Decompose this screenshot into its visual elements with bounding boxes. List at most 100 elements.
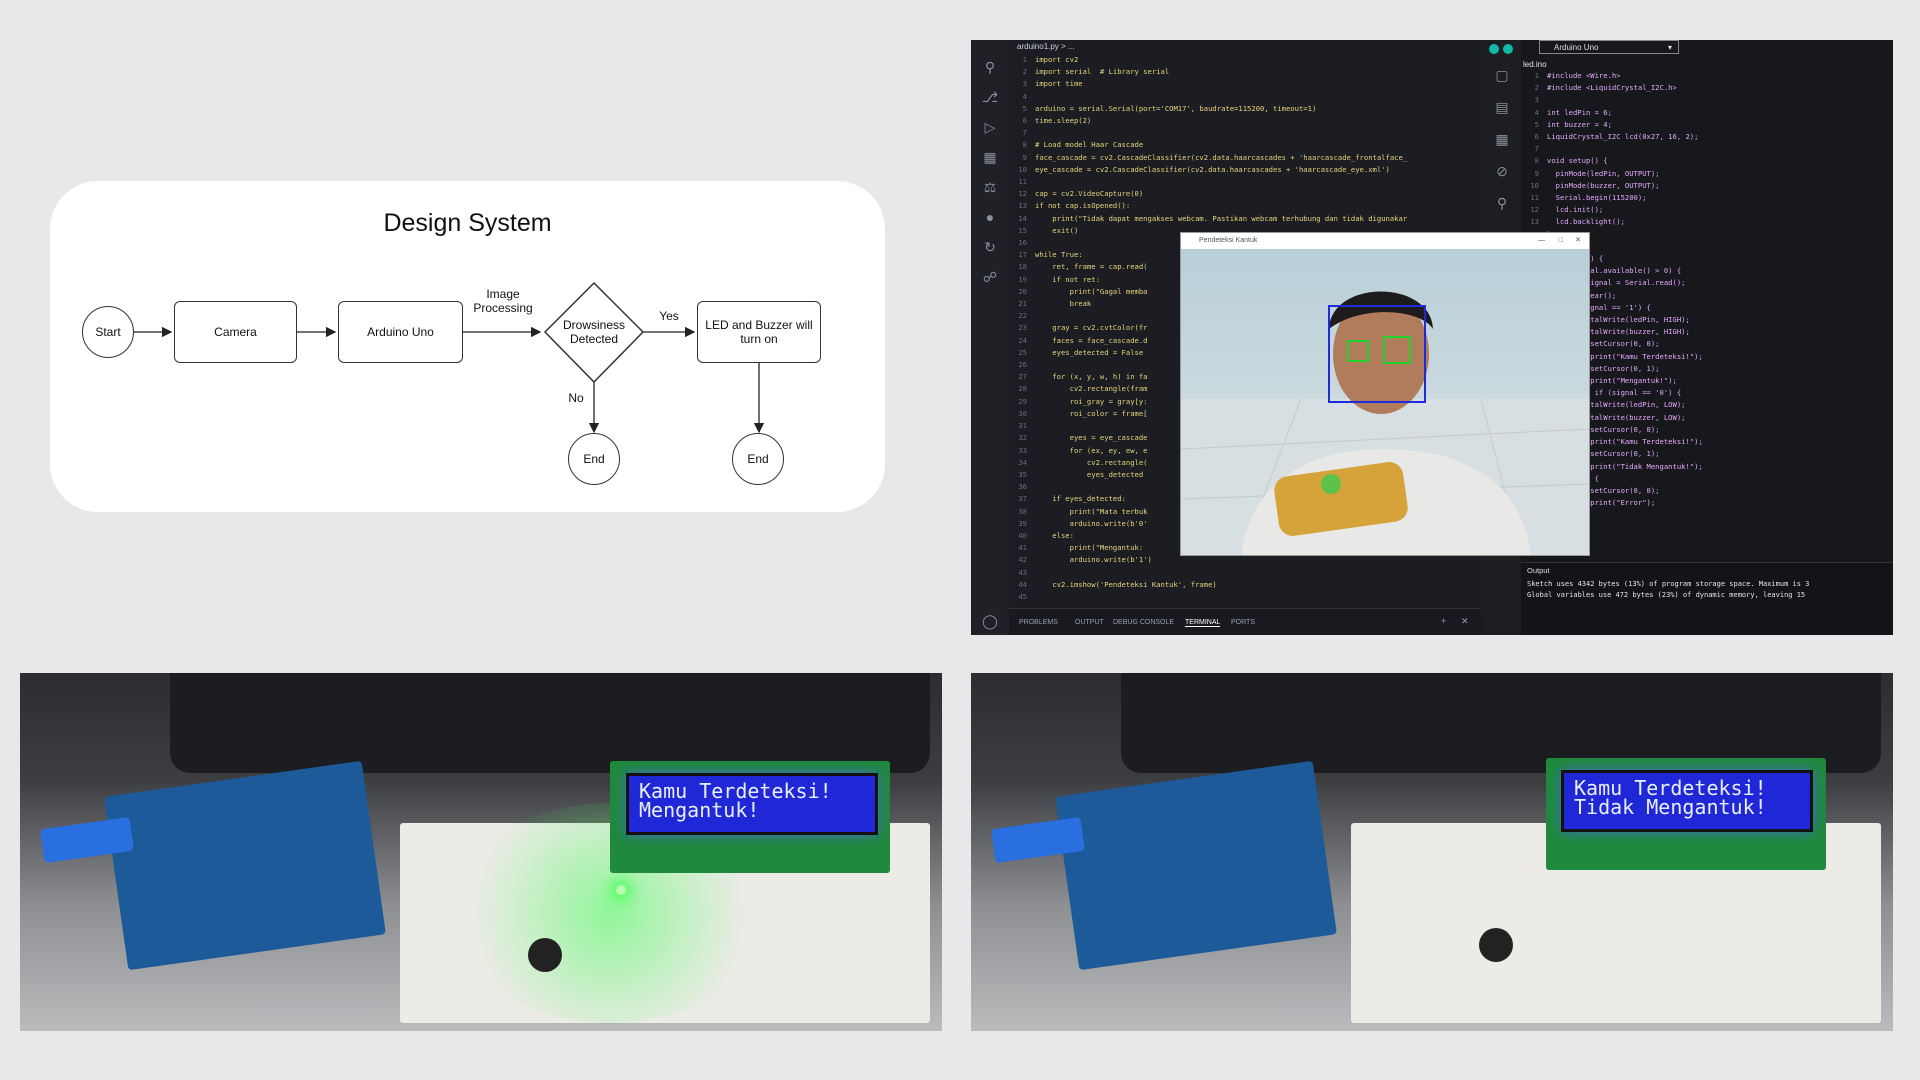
- run-debug-icon[interactable]: ▷: [981, 118, 999, 136]
- code-text: cv2.rectangle(: [1035, 457, 1148, 467]
- close-panel-icon[interactable]: ✕: [1461, 616, 1469, 627]
- webcam-window[interactable]: Pendeteksi Kantuk — □ ✕: [1180, 232, 1590, 556]
- close-icon[interactable]: ✕: [1575, 233, 1581, 249]
- python-code-line[interactable]: 7: [1009, 127, 1481, 139]
- end-node-no: End: [568, 433, 620, 485]
- yes-label: Yes: [659, 309, 679, 323]
- code-text: print("Mengantuk:: [1035, 543, 1144, 553]
- arduino-code-line[interactable]: 9 pinMode(ledPin, OUTPUT);: [1521, 168, 1703, 180]
- git-graph-icon[interactable]: ☍: [981, 268, 999, 286]
- line-number: 33: [1018, 445, 1027, 455]
- arduino-code-line[interactable]: 1 #include <Wire.h>: [1521, 70, 1703, 82]
- extensions-icon[interactable]: ▦: [981, 148, 999, 166]
- python-code-line[interactable]: 43: [1009, 567, 1481, 579]
- line-number: 29: [1018, 396, 1027, 406]
- arduino-code-line[interactable]: 7: [1521, 143, 1703, 155]
- minimize-icon[interactable]: —: [1538, 233, 1545, 249]
- python-icon[interactable]: ●: [981, 208, 999, 226]
- debug-icon[interactable]: ⊘: [1493, 162, 1511, 180]
- python-code-line[interactable]: 1 import cv2: [1009, 54, 1481, 66]
- python-code-line[interactable]: 2 import serial # Library serial: [1009, 66, 1481, 78]
- python-code-line[interactable]: 13 if not cap.isOpened():: [1009, 200, 1481, 212]
- chevron-down-icon: ▾: [1667, 43, 1672, 52]
- line-number: 4: [1022, 91, 1027, 101]
- arduino-code-line[interactable]: 12 lcd.init();: [1521, 204, 1703, 216]
- start-node: Start: [82, 306, 134, 358]
- output-title: Output: [1527, 566, 1550, 575]
- code-text: int ledPin = 6;: [1547, 107, 1612, 117]
- account-icon[interactable]: ◯: [981, 612, 999, 630]
- photo-drowsy-detected: Kamu Terdeteksi! Mengantuk!: [20, 673, 942, 1031]
- line-number: 7: [1022, 128, 1027, 138]
- code-text: for (x, y, w, h) in fa: [1035, 372, 1148, 382]
- python-code-line[interactable]: 4: [1009, 91, 1481, 103]
- board-selector[interactable]: Arduino Uno ▾: [1539, 40, 1679, 54]
- line-number: 38: [1018, 506, 1027, 516]
- tab-problems[interactable]: PROBLEMS: [1019, 619, 1058, 626]
- library-icon[interactable]: ▦: [1493, 130, 1511, 148]
- line-number: 9: [1534, 168, 1539, 178]
- line-number: 6: [1022, 116, 1027, 126]
- code-text: face_cascade = cv2.CascadeClassifier(cv2…: [1035, 152, 1408, 162]
- verify-icon[interactable]: [1489, 44, 1499, 54]
- arduino-code-line[interactable]: 5 int buzzer = 4;: [1521, 119, 1703, 131]
- arduino-code-line[interactable]: 4 int ledPin = 6;: [1521, 107, 1703, 119]
- code-text: int buzzer = 4;: [1547, 119, 1612, 129]
- arduino-code-line[interactable]: 13 lcd.backlight();: [1521, 216, 1703, 228]
- search-icon[interactable]: ⚲: [1493, 194, 1511, 212]
- remote-icon[interactable]: ↻: [981, 238, 999, 256]
- code-text: eyes = eye_cascade: [1035, 433, 1148, 443]
- line-number: 7: [1534, 144, 1539, 154]
- testing-icon[interactable]: ⚖: [981, 178, 999, 196]
- python-code-line[interactable]: 5 arduino = serial.Serial(port='COM17', b…: [1009, 103, 1481, 115]
- python-code-line[interactable]: 10 eye_cascade = cv2.CascadeClassifier(cv…: [1009, 164, 1481, 176]
- line-number: 37: [1018, 494, 1027, 504]
- line-number: 31: [1018, 421, 1027, 431]
- python-code-line[interactable]: 8 # Load model Haar Cascade: [1009, 139, 1481, 151]
- python-code-line[interactable]: 3 import time: [1009, 78, 1481, 90]
- arduino-board: [104, 760, 386, 971]
- tab-terminal[interactable]: TERMINAL: [1185, 619, 1221, 627]
- python-breadcrumb[interactable]: arduino1.py > ...: [1009, 40, 1481, 54]
- code-text: for (ex, ey, ew, e: [1035, 445, 1148, 455]
- webcam-titlebar[interactable]: Pendeteksi Kantuk — □ ✕: [1181, 233, 1589, 249]
- arduino-code-line[interactable]: 10 pinMode(buzzer, OUTPUT);: [1521, 180, 1703, 192]
- output-panel: Output Sketch uses 4342 bytes (13%) of p…: [1521, 562, 1893, 635]
- line-number: 5: [1022, 103, 1027, 113]
- python-code-line[interactable]: 9 face_cascade = cv2.CascadeClassifier(cv…: [1009, 152, 1481, 164]
- code-text: LiquidCrystal_I2C lcd(0x27, 16, 2);: [1547, 132, 1699, 142]
- code-text: else:: [1035, 530, 1074, 540]
- code-text: cv2.rectangle(fram: [1035, 384, 1148, 394]
- arduino-code-line[interactable]: 2 #include <LiquidCrystal_I2C.h>: [1521, 82, 1703, 94]
- python-code-line[interactable]: 12 cap = cv2.VideoCapture(0): [1009, 188, 1481, 200]
- python-code-line[interactable]: 14 print("Tidak dapat mengakses webcam. …: [1009, 213, 1481, 225]
- upload-icon[interactable]: [1503, 44, 1513, 54]
- python-code-line[interactable]: 11: [1009, 176, 1481, 188]
- line-number: 30: [1018, 408, 1027, 418]
- search-icon[interactable]: ⚲: [981, 58, 999, 76]
- ino-tab[interactable]: led.ino: [1523, 60, 1547, 69]
- maximize-icon[interactable]: □: [1559, 233, 1563, 249]
- arduino-code-line[interactable]: 3: [1521, 94, 1703, 106]
- code-text: #include <Wire.h>: [1547, 71, 1621, 80]
- line-number: 12: [1530, 205, 1539, 215]
- code-text: import cv2: [1035, 55, 1079, 64]
- python-code-line[interactable]: 45: [1009, 591, 1481, 603]
- boards-icon[interactable]: ▤: [1493, 98, 1511, 116]
- source-control-icon[interactable]: ⎇: [981, 88, 999, 106]
- tab-ports[interactable]: PORTS: [1231, 619, 1255, 626]
- arduino-code-line[interactable]: 8 void setup() {: [1521, 155, 1703, 167]
- code-text: import time: [1035, 79, 1083, 89]
- python-code-line[interactable]: 44 cv2.imshow('Pendeteksi Kantuk', frame…: [1009, 579, 1481, 591]
- python-code-line[interactable]: 42 arduino.write(b'1'): [1009, 554, 1481, 566]
- code-text: print("Tidak dapat mengakses webcam. Pas…: [1035, 213, 1408, 223]
- python-code-line[interactable]: 6 time.sleep(2): [1009, 115, 1481, 127]
- arduino-code-line[interactable]: 6 LiquidCrystal_I2C lcd(0x27, 16, 2);: [1521, 131, 1703, 143]
- add-terminal-icon[interactable]: +: [1441, 616, 1446, 626]
- tab-output[interactable]: OUTPUT: [1075, 619, 1104, 626]
- buzzer: [528, 938, 562, 972]
- code-text: ret, frame = cap.read(: [1035, 262, 1148, 272]
- folder-icon[interactable]: ▢: [1493, 66, 1511, 84]
- arduino-code-line[interactable]: 11 Serial.begin(115200);: [1521, 192, 1703, 204]
- tab-debug-console[interactable]: DEBUG CONSOLE: [1113, 619, 1174, 626]
